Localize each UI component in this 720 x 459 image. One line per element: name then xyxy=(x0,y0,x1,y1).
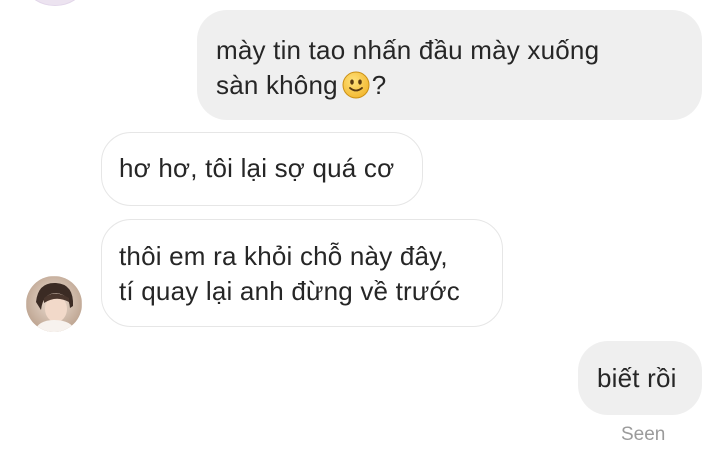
message-text-line: mày tin tao nhấn đầu mày xuống xyxy=(216,35,600,65)
message-text-fragment: ? xyxy=(371,70,387,100)
message-text-line: thôi em ra khỏi chỗ này đây, xyxy=(119,241,448,271)
message-bubble-received[interactable]: hơ hơ, tôi lại sợ quá cơ xyxy=(101,132,423,206)
message-text-line: sàn không ? xyxy=(216,68,702,103)
slightly-smiling-face-icon xyxy=(342,71,370,99)
message-bubble-received[interactable]: thôi em ra khỏi chỗ này đây, tí quay lại… xyxy=(101,219,503,327)
message-bubble-sent[interactable]: biết rồi xyxy=(578,341,702,415)
message-text-line: tí quay lại anh đừng về trước xyxy=(119,276,460,306)
sender-avatar[interactable] xyxy=(26,276,82,332)
message-text: hơ hơ, tôi lại sợ quá cơ xyxy=(119,153,395,183)
message-text-fragment: sàn không xyxy=(216,70,338,100)
message-bubble-sent[interactable]: mày tin tao nhấn đầu mày xuống sàn không… xyxy=(197,10,702,120)
avatar-photo xyxy=(26,276,82,332)
previous-avatar-partial xyxy=(28,0,82,6)
seen-status: Seen xyxy=(621,424,666,445)
message-text: biết rồi xyxy=(597,363,677,393)
